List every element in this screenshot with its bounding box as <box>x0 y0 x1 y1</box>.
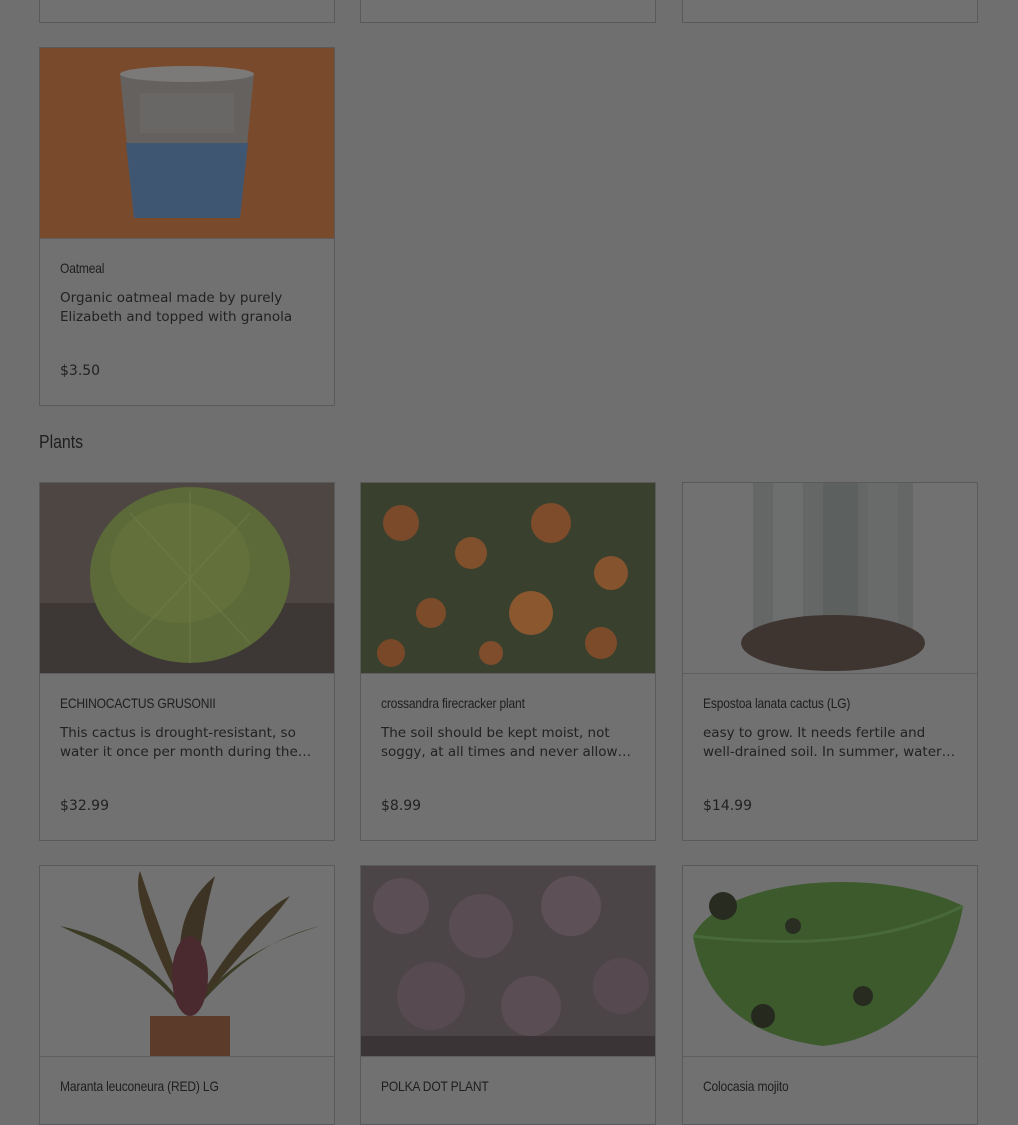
product-name[interactable]: Espostoa lanata cactus (LG) <box>703 695 923 711</box>
product-description: This cactus is drought-resistant, so wat… <box>60 725 312 760</box>
product-name[interactable]: Colocasia mojito <box>703 1078 923 1094</box>
product-image-polka-dot[interactable] <box>361 866 655 1057</box>
product-card-colocasia[interactable]: Colocasia mojito <box>682 865 978 1125</box>
product-card-oatmeal[interactable]: Oatmeal Organic oatmeal made by purely E… <box>39 47 335 406</box>
product-card-polka-dot[interactable]: POLKA DOT PLANT <box>360 865 656 1125</box>
product-card-maranta[interactable]: Maranta leuconeura (RED) LG <box>39 865 335 1125</box>
product-name[interactable]: Oatmeal <box>60 260 280 276</box>
product-card-echinocactus[interactable]: ECHINOCACTUS GRUSONII This cactus is dro… <box>39 482 335 841</box>
product-card-partial-2[interactable] <box>360 0 656 23</box>
product-card-partial-1[interactable] <box>39 0 335 23</box>
product-card-partial-3[interactable] <box>682 0 978 23</box>
product-card-crossandra[interactable]: crossandra firecracker plant The soil sh… <box>360 482 656 841</box>
product-name[interactable]: POLKA DOT PLANT <box>381 1078 601 1094</box>
product-name[interactable]: Maranta leuconeura (RED) LG <box>60 1078 280 1094</box>
product-price: $32.99 <box>60 798 109 814</box>
product-image-crossandra[interactable] <box>361 483 655 674</box>
product-description: easy to grow. It needs fertile and well-… <box>703 725 942 760</box>
product-price: $14.99 <box>703 798 752 814</box>
product-image-oatmeal[interactable] <box>40 48 334 239</box>
product-description: Organic oatmeal made by purely Elizabeth… <box>60 290 293 325</box>
product-price: $8.99 <box>381 798 422 814</box>
product-image-maranta[interactable] <box>40 866 334 1057</box>
product-price: $3.50 <box>60 363 101 379</box>
product-image-espostoa[interactable] <box>683 483 977 674</box>
section-title-plants: Plants <box>39 432 84 452</box>
product-name[interactable]: crossandra firecracker plant <box>381 695 601 711</box>
product-image-echinocactus[interactable] <box>40 483 334 674</box>
product-image-colocasia[interactable] <box>683 866 977 1057</box>
product-description: The soil should be kept moist, not soggy… <box>381 725 635 760</box>
product-card-espostoa[interactable]: Espostoa lanata cactus (LG) easy to grow… <box>682 482 978 841</box>
product-name[interactable]: ECHINOCACTUS GRUSONII <box>60 695 280 711</box>
